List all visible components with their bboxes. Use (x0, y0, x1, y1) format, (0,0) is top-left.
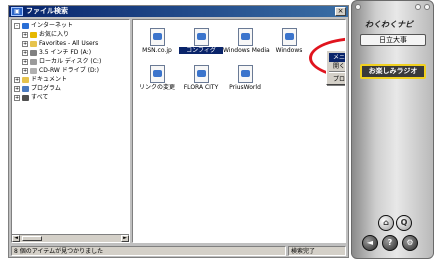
tree-item[interactable]: + ドキュメント (14, 76, 67, 84)
panel-close-dot[interactable] (424, 4, 430, 10)
file-item[interactable]: Windows (267, 28, 311, 54)
back-button[interactable]: ◄ (362, 235, 378, 251)
scroll-left-button[interactable]: ◄ (12, 235, 20, 242)
tree-expander[interactable]: + (22, 59, 28, 65)
tree-expander[interactable]: + (22, 68, 28, 74)
settings-button[interactable]: ⚙ (402, 235, 418, 251)
shortcut-file-icon (237, 65, 253, 83)
file-item[interactable]: リンクの変更 (135, 65, 179, 91)
radio-button[interactable]: お楽しみラジオ (360, 64, 426, 79)
tree-item-label: すべて (31, 94, 49, 101)
all-icon (22, 95, 29, 101)
cd-drive-icon (30, 68, 37, 74)
file-item[interactable]: PriusWorld (223, 65, 267, 91)
file-label: Windows Media (223, 47, 270, 54)
shortcut-file-icon (193, 28, 209, 46)
documents-icon (22, 77, 29, 83)
context-menu-separator (329, 71, 345, 73)
context-menu-properties[interactable]: プロパティ(R) (329, 75, 345, 84)
tree-expander[interactable]: + (14, 77, 20, 83)
tree-item[interactable]: + CD-RW ドライブ (D:) (22, 67, 99, 75)
panel-top-bar (355, 4, 432, 12)
tree-horizontal-scrollbar[interactable]: ◄ ► (12, 234, 129, 242)
tree-item-label: 3.5 インチ FD (A:) (39, 49, 92, 56)
tree-item-label: プログラム (31, 85, 61, 92)
window-client: ◄ ► - インターネット + お気に入り + Favorites - All Users… (11, 19, 346, 243)
programs-icon (22, 86, 29, 92)
help-button[interactable]: ? (382, 235, 398, 251)
status-found-count: 8 個のアイテムが見つかりました (11, 246, 286, 256)
context-menu-add-to-menu[interactable]: メニューに追加(A)... (329, 53, 345, 62)
shortcut-file-icon (281, 28, 297, 46)
search-button[interactable]: Q (396, 215, 412, 231)
file-list: PriusWorld FLORA CITY リンクの変更 Windows Windows… (132, 19, 346, 243)
file-search-window: ▣ ファイル検索 × ◄ ► - インターネット + お気に入り + Favorites … (8, 5, 349, 258)
shortcut-file-icon (149, 65, 165, 83)
tree-item[interactable]: + お気に入り (22, 31, 69, 39)
status-search-complete: 検索完了 (288, 246, 346, 256)
tree-item[interactable]: + すべて (14, 94, 48, 102)
file-item[interactable]: コンフィグ (179, 28, 223, 54)
tree-item-label: ドキュメント (31, 76, 68, 83)
title-bar[interactable]: ▣ ファイル検索 × (9, 6, 348, 17)
status-bar: 8 個のアイテムが見つかりました 検索完了 (11, 246, 346, 256)
scroll-thumb[interactable] (22, 236, 42, 241)
context-menu-open[interactable]: 開く(O) (329, 62, 345, 71)
star-folder-icon (30, 32, 37, 38)
tree-item-label: インターネット (31, 22, 74, 29)
folder-tree: ◄ ► - インターネット + お気に入り + Favorites - All Users… (11, 19, 130, 243)
tree-item[interactable]: + Favorites - All Users (22, 40, 98, 48)
file-label: コンフィグ (179, 47, 223, 54)
waku-navi-logo: わくわくナビ (365, 20, 413, 29)
scroll-right-button[interactable]: ► (121, 235, 129, 242)
tree-item-label: ローカル ディスク (C:) (39, 58, 102, 65)
file-label: MSN.co.jp (142, 47, 172, 54)
tree-item[interactable]: + プログラム (14, 85, 61, 93)
file-label: PriusWorld (229, 84, 261, 91)
tree-item-label: CD-RW ドライブ (D:) (39, 67, 99, 74)
file-label: Windows (275, 47, 303, 54)
panel-minimize-dot[interactable] (415, 4, 421, 10)
navi-side-panel: わくわくナビ 日立大事 お楽しみラジオ ⌂ Q ◄ ? ⚙ (351, 0, 434, 259)
hard-disk-icon (30, 59, 37, 65)
panel-menu-dot[interactable] (355, 4, 361, 10)
file-item[interactable]: MSN.co.jp (135, 28, 179, 54)
tree-item[interactable]: +3.5 インチ FD (A:) (22, 49, 91, 57)
floppy-icon (30, 50, 37, 56)
file-item[interactable]: FLORA CITY (179, 65, 223, 91)
tree-expander[interactable]: + (22, 50, 28, 56)
close-button[interactable]: × (335, 7, 346, 16)
screen: ▣ ファイル検索 × ◄ ► - インターネット + お気に入り + Favorites … (0, 0, 434, 259)
shortcut-file-icon (193, 65, 209, 83)
internet-icon (22, 23, 29, 29)
shortcut-file-icon (149, 28, 165, 46)
tree-expander[interactable]: + (14, 95, 20, 101)
shortcut-file-icon (237, 28, 253, 46)
tree-item-label: お気に入り (39, 31, 70, 38)
tree-item[interactable]: - インターネット (14, 22, 73, 30)
file-item[interactable]: Windows Media (223, 28, 270, 54)
brand-button[interactable]: 日立大事 (360, 34, 426, 46)
file-label: リンクの変更 (138, 84, 175, 91)
tree-expander[interactable]: - (14, 23, 20, 29)
tree-item[interactable]: + ローカル ディスク (C:) (22, 58, 101, 66)
tree-item-label: Favorites - All Users (39, 40, 99, 47)
file-label: FLORA CITY (183, 84, 219, 91)
folder-icon (30, 41, 37, 47)
window-title: ファイル検索 (26, 7, 68, 15)
window-icon: ▣ (11, 7, 23, 16)
tree-expander[interactable]: + (22, 41, 28, 47)
tree-expander[interactable]: + (14, 86, 20, 92)
tree-expander[interactable]: + (22, 32, 28, 38)
context-menu: メニューに追加(A)... 開く(O) プロパティ(R) (326, 50, 345, 85)
home-button[interactable]: ⌂ (378, 215, 394, 231)
